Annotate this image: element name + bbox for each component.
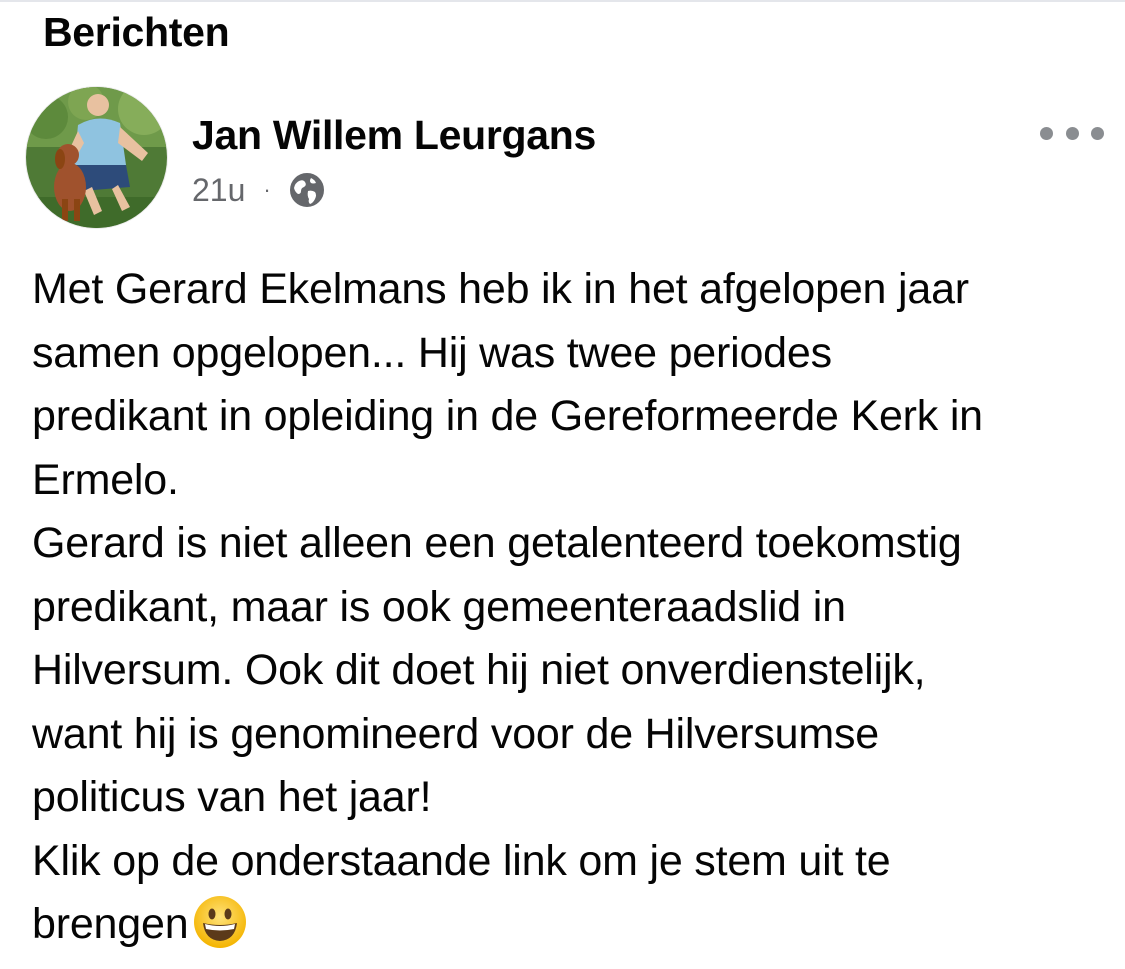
author-avatar[interactable] (26, 87, 167, 228)
meta-separator: · (263, 177, 271, 202)
post-body: Met Gerard Ekelmans heb ik in het afgelo… (32, 258, 1112, 957)
more-horizontal-icon-dot-1 (1040, 126, 1053, 140)
post-body-line: Met Gerard Ekelmans heb ik in het afgelo… (32, 265, 969, 313)
more-horizontal-icon-dot-2 (1065, 126, 1079, 140)
globe-icon[interactable] (289, 172, 325, 208)
post-body-line: Gerard is niet alleen een getalenteerd t… (32, 519, 962, 567)
section-title: Berichten (43, 9, 230, 55)
post-body-last-line: brengen (32, 893, 1112, 957)
post-body-line: predikant in opleiding in de Gereformeer… (32, 392, 983, 440)
post-timestamp[interactable]: 21u (192, 168, 245, 212)
post-body-line: Klik op de onderstaande link om je stem … (32, 836, 891, 885)
post-body-line: samen opgelopen... Hij was twee periodes (32, 328, 832, 377)
more-horizontal-icon-dot-3 (1091, 126, 1104, 140)
author-name[interactable]: Jan Willem Leurgans (192, 110, 596, 160)
post-body-line: want hij is genomineerd voor de Hilversu… (32, 709, 880, 758)
post-body-line: Hilversum. Ook dit doet hij niet onverdi… (32, 646, 926, 694)
post-body-line: Ermelo. (32, 455, 179, 504)
post-body-line: brengen (32, 900, 189, 948)
grinning-face-emoji-icon (192, 894, 248, 950)
more-options-button[interactable] (1040, 116, 1104, 150)
post-body-line: predikant, maar is ook gemeenteraadslid … (32, 582, 846, 631)
post-meta: 21u · (192, 168, 325, 212)
top-divider (0, 0, 1125, 2)
post-body-line: politicus van het jaar! (32, 773, 432, 821)
avatar-photo (26, 87, 167, 228)
